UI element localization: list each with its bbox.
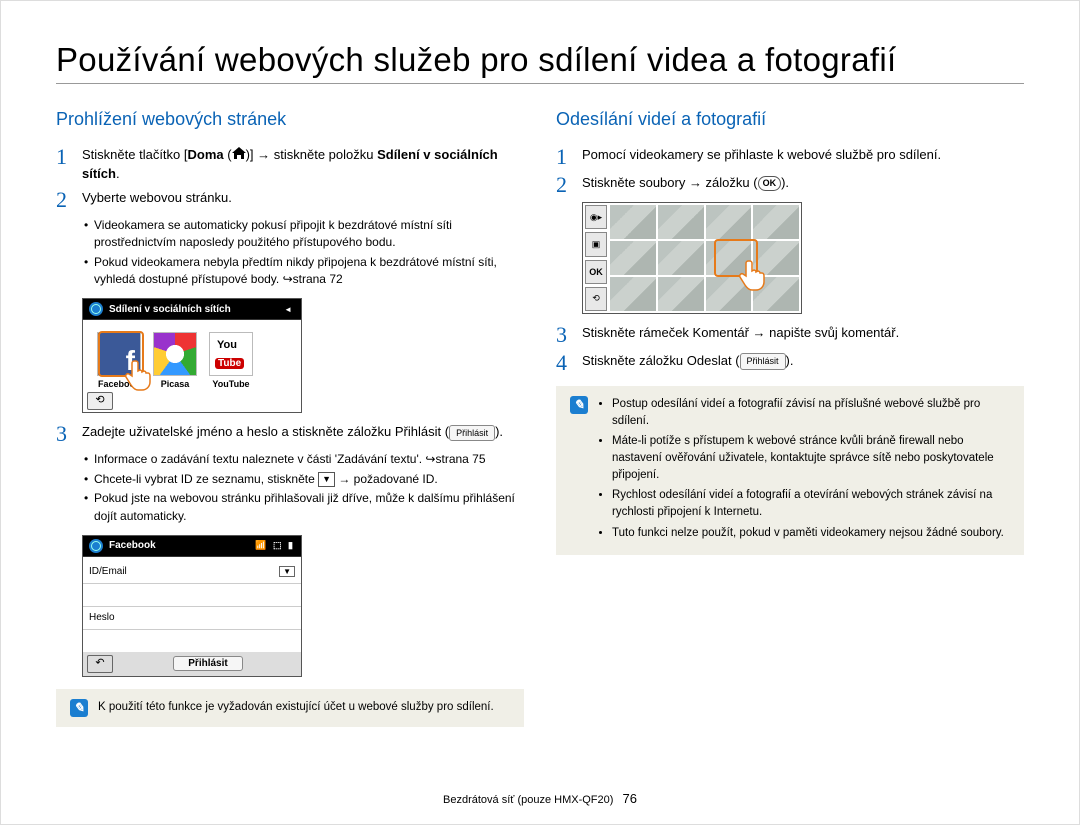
step-number: 2 — [556, 174, 574, 196]
wifi-status-icons: 📶 ⬚ ▮ — [255, 540, 295, 551]
left-column: Prohlížení webových stránek 1 Stiskněte … — [56, 99, 524, 727]
left-step-2-sublist: Videokamera se automaticky pokusí připoj… — [84, 217, 524, 289]
step-number: 3 — [556, 324, 574, 346]
picasa-icon — [153, 332, 197, 376]
columns: Prohlížení webových stránek 1 Stiskněte … — [56, 99, 1024, 727]
screenshot-titlebar: Sdílení v sociálních sítích ◄ — [83, 299, 301, 320]
login-button[interactable]: Přihlásit — [173, 656, 242, 671]
globe-icon — [89, 539, 103, 553]
sub-item: Informace o zadávání textu naleznete v č… — [84, 451, 524, 468]
right-step-4: 4 Stiskněte záložku Odeslat (Přihlásit). — [556, 352, 1024, 374]
touch-indicator — [714, 239, 758, 277]
step-body: Pomocí videokamery se přihlaste k webové… — [582, 146, 1024, 168]
manual-page: Používání webových služeb pro sdílení vi… — [0, 0, 1080, 825]
id-email-row[interactable]: ID/Email — [83, 561, 301, 584]
step-number: 3 — [56, 423, 74, 445]
note-item: Rychlost odesílání videí a fotografií a … — [612, 487, 1010, 520]
id-email-value[interactable] — [83, 584, 301, 607]
dropdown-button[interactable] — [279, 566, 295, 577]
left-step-3: 3 Zadejte uživatelské jméno a heslo a st… — [56, 423, 524, 445]
screenshot-title: Sdílení v sociálních sítích — [109, 304, 231, 315]
password-row[interactable]: Heslo — [83, 607, 301, 630]
step-body: Stiskněte soubory → záložku (OK). — [582, 174, 1024, 196]
filter-video-icon[interactable]: ◉▸ — [585, 205, 607, 229]
note-text: K použití této funkce je vyžadován exist… — [98, 699, 494, 717]
page-number: 76 — [623, 791, 637, 806]
left-step-1: 1 Stiskněte tlačítko [Doma ()] → stiskně… — [56, 146, 524, 183]
note-icon: ✎ — [570, 396, 588, 414]
right-heading: Odesílání videí a fotografií — [556, 109, 1024, 130]
thumbnail[interactable] — [610, 205, 656, 239]
youtube-icon — [209, 332, 253, 376]
login-footer: Přihlásit — [83, 652, 301, 676]
step-number: 4 — [556, 352, 574, 374]
note-box-left: ✎ K použití této funkce je vyžadován exi… — [56, 689, 524, 727]
screenshot-login: Facebook 📶 ⬚ ▮ ID/Email Heslo Př — [82, 535, 302, 677]
login-form: ID/Email Heslo Přihlásit — [83, 557, 301, 676]
dropdown-icon — [318, 472, 335, 487]
screenshot-titlebar: Facebook 📶 ⬚ ▮ — [83, 536, 301, 557]
sub-item: Pokud jste na webovou stránku přihlašova… — [84, 490, 524, 525]
left-step-3-sublist: Informace o zadávání textu naleznete v č… — [84, 451, 524, 525]
back-icon[interactable]: ◄ — [281, 304, 295, 315]
app-tile-picasa[interactable]: Picasa — [153, 332, 197, 389]
thumbnail[interactable] — [610, 241, 656, 275]
filter-photo-icon[interactable]: ▣ — [585, 232, 607, 256]
sub-item: Pokud videokamera nebyla předtím nikdy p… — [84, 254, 524, 289]
right-step-3: 3 Stiskněte rámeček Komentář → napište s… — [556, 324, 1024, 346]
left-step-2: 2 Vyberte webovou stránku. — [56, 189, 524, 211]
thumbnail[interactable] — [706, 205, 752, 239]
thumbnail[interactable] — [610, 277, 656, 311]
login-pill-icon: Přihlásit — [449, 425, 495, 442]
sub-item: Videokamera se automaticky pokusí připoj… — [84, 217, 524, 252]
step-number: 1 — [556, 146, 574, 168]
step-body: Stiskněte tlačítko [Doma ()] → stiskněte… — [82, 146, 524, 183]
thumbnail[interactable] — [753, 205, 799, 239]
return-button[interactable] — [87, 392, 113, 410]
thumbnail[interactable] — [658, 241, 704, 275]
note-box-right: ✎ Postup odesílání videí a fotografií zá… — [556, 386, 1024, 555]
touch-indicator — [98, 331, 144, 377]
title-divider — [56, 83, 1024, 84]
step-body: Zadejte uživatelské jméno a heslo a stis… — [82, 423, 524, 445]
note-icon: ✎ — [70, 699, 88, 717]
return-button[interactable]: ⟲ — [585, 287, 607, 311]
footer-text: Bezdrátová síť (pouze HMX-QF20) — [443, 794, 613, 806]
thumbnail[interactable] — [658, 277, 704, 311]
app-tile-youtube[interactable]: YouTube — [209, 332, 253, 389]
page-footer: Bezdrátová síť (pouze HMX-QF20) 76 — [1, 791, 1079, 806]
right-step-1: 1 Pomocí videokamery se přihlaste k webo… — [556, 146, 1024, 168]
left-heading: Prohlížení webových stránek — [56, 109, 524, 130]
thumbnail-grid — [610, 205, 799, 311]
sub-item: Chcete-li vybrat ID ze seznamu, stisknět… — [84, 471, 524, 488]
home-icon — [232, 146, 246, 164]
screenshot-gallery: ◉▸ ▣ OK ⟲ — [582, 202, 802, 314]
right-step-2: 2 Stiskněte soubory → záložku (OK). — [556, 174, 1024, 196]
step-number: 1 — [56, 146, 74, 183]
screenshot-title: Facebook — [109, 540, 156, 551]
globe-icon — [89, 302, 103, 316]
thumbnail[interactable] — [658, 205, 704, 239]
back-button[interactable] — [87, 655, 113, 673]
page-title: Používání webových služeb pro sdílení vi… — [56, 41, 1024, 79]
note-item: Tuto funkci nelze použít, pokud v paměti… — [612, 525, 1010, 542]
step-number: 2 — [56, 189, 74, 211]
step-body: Stiskněte rámeček Komentář → napište svů… — [582, 324, 1024, 346]
note-item: Postup odesílání videí a fotografií závi… — [612, 396, 1010, 429]
password-value[interactable] — [83, 630, 301, 652]
send-pill-icon: Přihlásit — [740, 353, 786, 370]
ok-button[interactable]: OK — [585, 260, 607, 284]
right-column: Odesílání videí a fotografií 1 Pomocí vi… — [556, 99, 1024, 727]
step-body: Stiskněte záložku Odeslat (Přihlásit). — [582, 352, 1024, 374]
note-list: Postup odesílání videí a fotografií závi… — [598, 396, 1010, 545]
gallery-side-icons: ◉▸ ▣ OK ⟲ — [585, 205, 607, 311]
screenshot-social-share: Sdílení v sociálních sítích ◄ Facebook P… — [82, 298, 302, 413]
step-body: Vyberte webovou stránku. — [82, 189, 524, 211]
note-item: Máte-li potíže s přístupem k webové strá… — [612, 433, 1010, 483]
ok-pill-icon: OK — [758, 176, 782, 191]
